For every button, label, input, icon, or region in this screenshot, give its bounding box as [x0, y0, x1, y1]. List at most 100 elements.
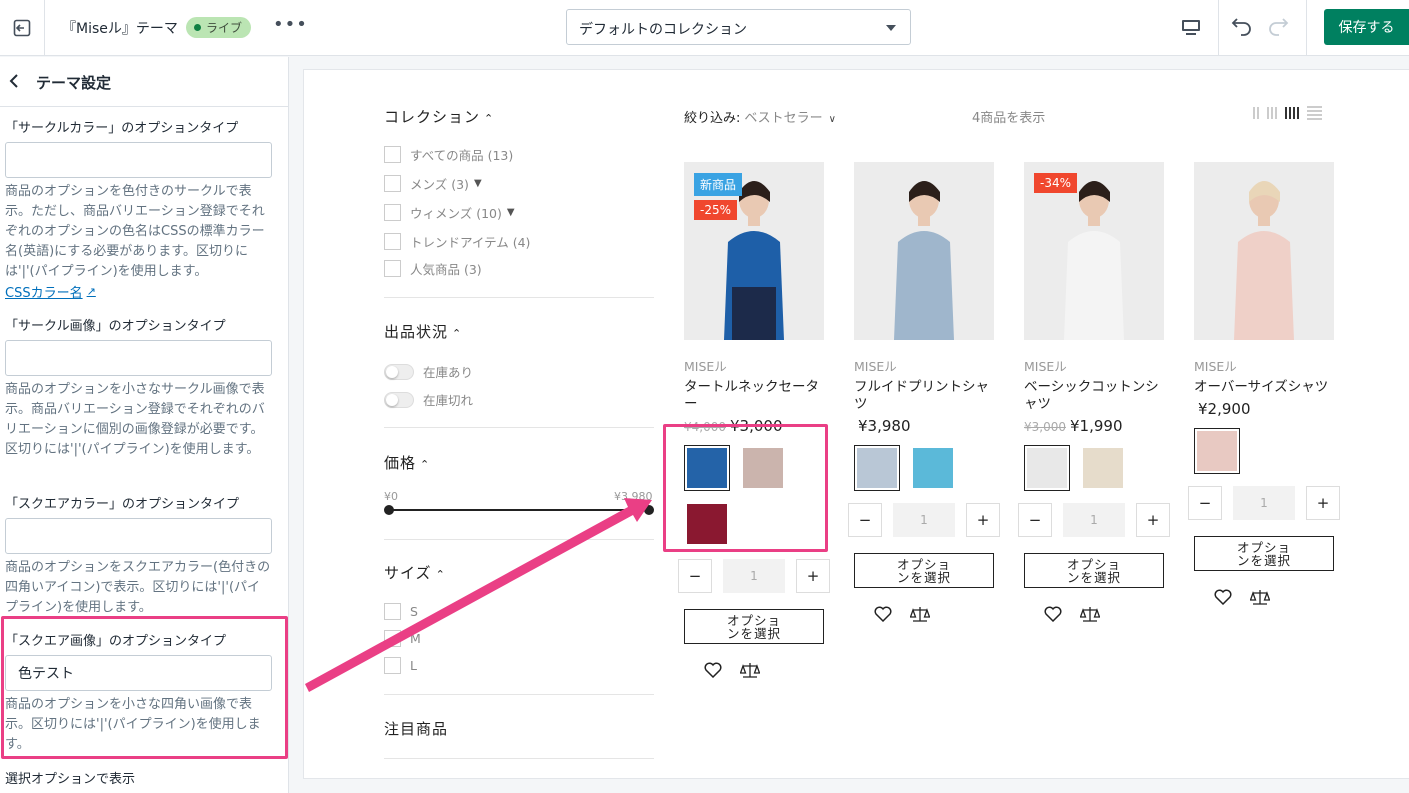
- filter-option[interactable]: ウィメンズ (10) ▼: [384, 203, 515, 222]
- live-status-badge: ライブ: [186, 17, 252, 38]
- price-filter-heading[interactable]: 価格 ⌃: [384, 452, 430, 473]
- decrease-quantity-button[interactable]: −: [678, 559, 712, 593]
- quantity-input[interactable]: 1: [893, 503, 955, 537]
- checkbox[interactable]: [384, 657, 401, 674]
- wishlist-heart-icon[interactable]: [704, 662, 722, 678]
- price-max-handle[interactable]: [644, 505, 654, 515]
- more-actions-button[interactable]: •••: [273, 14, 308, 35]
- square-color-option-input[interactable]: [5, 518, 272, 554]
- select-option-button[interactable]: オプションを選択: [854, 553, 994, 588]
- in-stock-toggle[interactable]: [384, 363, 414, 380]
- product-title[interactable]: タートルネックセーター: [684, 379, 824, 413]
- select-option-button[interactable]: オプションを選択: [1194, 536, 1334, 571]
- filter-divider: [384, 694, 654, 695]
- select-option-button[interactable]: オプションを選択: [684, 609, 824, 644]
- product-title[interactable]: オーバーサイズシャツ: [1194, 379, 1334, 396]
- device-preview-button[interactable]: [1172, 10, 1210, 46]
- filter-option[interactable]: メンズ (3) ▼: [384, 174, 482, 193]
- increase-quantity-button[interactable]: +: [966, 503, 1000, 537]
- increase-quantity-button[interactable]: +: [796, 559, 830, 593]
- save-button[interactable]: 保存する: [1324, 9, 1409, 45]
- increase-quantity-button[interactable]: +: [1136, 503, 1170, 537]
- compare-scale-icon[interactable]: [1250, 589, 1270, 605]
- featured-heading[interactable]: 注目商品: [384, 718, 448, 739]
- swatch-image: [913, 448, 953, 488]
- size-option[interactable]: L: [384, 657, 417, 674]
- price-range-track[interactable]: [388, 509, 650, 511]
- grid-4-icon[interactable]: [1285, 107, 1299, 119]
- filter-title: 価格: [384, 454, 417, 472]
- variant-image-swatch[interactable]: [854, 445, 900, 491]
- product-title[interactable]: フルイドプリントシャツ: [854, 379, 994, 413]
- product-image[interactable]: 新商品 -25%: [684, 162, 824, 340]
- list-view-icon[interactable]: [1307, 106, 1322, 120]
- quantity-input[interactable]: 1: [1063, 503, 1125, 537]
- product-image[interactable]: -34%: [1024, 162, 1164, 340]
- swatch-image: [1027, 448, 1067, 488]
- divider: [1218, 0, 1219, 56]
- quantity-input[interactable]: 1: [1233, 486, 1295, 520]
- redo-button[interactable]: [1266, 14, 1290, 42]
- variant-swatches: [1024, 445, 1154, 491]
- sidebar-title: テーマ設定: [36, 74, 112, 92]
- checkbox[interactable]: [384, 204, 401, 221]
- filter-option-label: ウィメンズ (10): [410, 206, 502, 221]
- product-price: ¥3,000 ¥1,990: [1024, 417, 1172, 435]
- product-card: MISEル フルイドプリントシャツ ¥3,980 − 1 + オプションを選択: [848, 162, 1002, 622]
- size-option[interactable]: M: [384, 630, 421, 647]
- compare-scale-icon[interactable]: [740, 662, 760, 678]
- chevron-down-icon[interactable]: ▼: [474, 178, 482, 189]
- wishlist-heart-icon[interactable]: [1044, 606, 1062, 622]
- variant-image-swatch[interactable]: [1194, 428, 1240, 474]
- size-filter-heading[interactable]: サイズ ⌃: [384, 562, 446, 583]
- quantity-input[interactable]: 1: [723, 559, 785, 593]
- wishlist-heart-icon[interactable]: [874, 606, 892, 622]
- collection-select[interactable]: デフォルトのコレクション: [566, 9, 911, 45]
- decrease-quantity-button[interactable]: −: [848, 503, 882, 537]
- out-of-stock-toggle-row[interactable]: 在庫切れ: [384, 390, 473, 409]
- increase-quantity-button[interactable]: +: [1306, 486, 1340, 520]
- decrease-quantity-button[interactable]: −: [1188, 486, 1222, 520]
- css-color-names-link[interactable]: CSSカラー名 ↗: [5, 282, 96, 301]
- in-stock-toggle-row[interactable]: 在庫あり: [384, 362, 473, 381]
- checkbox[interactable]: [384, 630, 401, 647]
- variant-image-swatch[interactable]: [1024, 445, 1070, 491]
- variant-image-swatch[interactable]: [910, 445, 956, 491]
- grid-2-icon[interactable]: [1253, 107, 1259, 119]
- price-min-handle[interactable]: [384, 505, 394, 515]
- exit-editor-button[interactable]: [0, 0, 45, 56]
- stock-filter-heading[interactable]: 出品状況 ⌃: [384, 321, 462, 342]
- compare-scale-icon[interactable]: [1080, 606, 1100, 622]
- circle-image-option-input[interactable]: [5, 340, 272, 376]
- top-bar: 『Miseル』テーマ ライブ ••• デフォルトのコレクション 保存する: [0, 0, 1409, 56]
- checkbox[interactable]: [384, 175, 401, 192]
- grid-3-icon[interactable]: [1267, 107, 1277, 119]
- compare-scale-icon[interactable]: [910, 606, 930, 622]
- square-color-option-setting: 「スクエアカラー」のオプションタイプ 商品のオプションをスクエアカラー(色付きの…: [5, 497, 273, 618]
- back-button[interactable]: [8, 73, 22, 93]
- filter-option[interactable]: トレンドアイテム (4): [384, 232, 530, 251]
- decrease-quantity-button[interactable]: −: [1018, 503, 1052, 537]
- filter-option[interactable]: すべての商品 (13): [384, 145, 513, 164]
- product-title[interactable]: ベーシックコットンシャツ: [1024, 379, 1164, 413]
- chevron-down-icon[interactable]: ▼: [507, 207, 515, 218]
- wishlist-heart-icon[interactable]: [1214, 589, 1232, 605]
- product-image[interactable]: [854, 162, 994, 340]
- undo-button[interactable]: [1230, 14, 1254, 42]
- circle-color-option-input[interactable]: [5, 142, 272, 178]
- collection-filter-heading[interactable]: コレクション ⌃: [384, 106, 494, 127]
- size-option[interactable]: S: [384, 603, 418, 620]
- select-option-button[interactable]: オプションを選択: [1024, 553, 1164, 588]
- filter-option[interactable]: 人気商品 (3): [384, 259, 482, 278]
- out-of-stock-toggle[interactable]: [384, 391, 414, 408]
- sort-dropdown[interactable]: 絞り込み: ベストセラー ∨: [684, 107, 836, 126]
- checkbox[interactable]: [384, 603, 401, 620]
- theme-name: 『Miseル』テーマ: [62, 21, 178, 37]
- checkbox[interactable]: [384, 233, 401, 250]
- checkbox[interactable]: [384, 260, 401, 277]
- undo-icon: [1231, 18, 1251, 36]
- checkbox[interactable]: [384, 146, 401, 163]
- product-card: 新商品 -25% MISEル タートルネックセーター ¥4,000 ¥3,000 −…: [678, 162, 832, 678]
- product-image[interactable]: [1194, 162, 1334, 340]
- variant-image-swatch[interactable]: [1080, 445, 1126, 491]
